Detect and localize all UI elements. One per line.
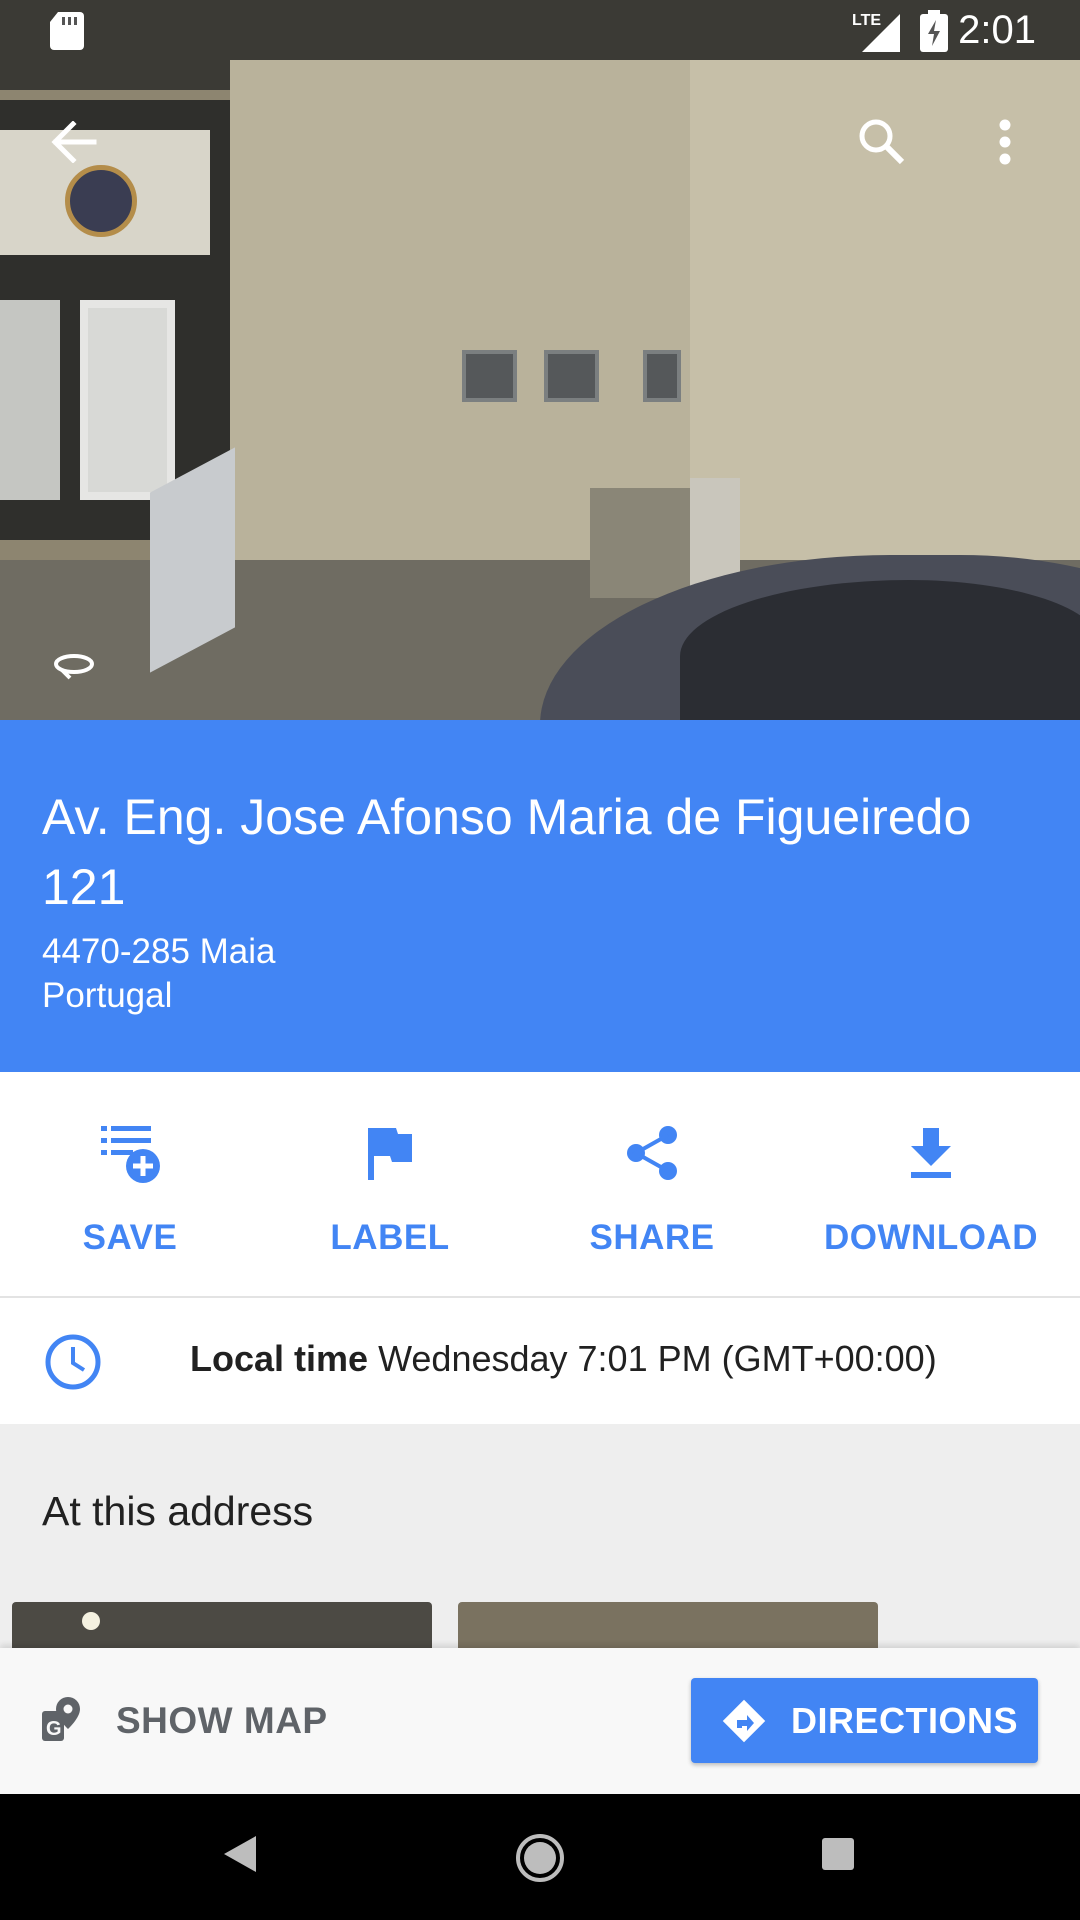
nav-home-icon[interactable] [514,1832,566,1884]
save-label: SAVE [82,1218,178,1257]
photo-window [462,350,517,402]
label-button[interactable]: LABEL [300,1072,480,1296]
download-button[interactable]: DOWNLOAD [820,1072,1042,1296]
svg-text:G: G [46,1718,62,1740]
clock-icon [44,1333,102,1396]
signal-icon [862,14,900,52]
more-vert-icon[interactable] [990,112,1020,172]
playlist-add-icon [99,1118,161,1188]
directions-icon [721,1698,767,1744]
photo-door-left [0,300,60,500]
label-label: LABEL [330,1218,450,1257]
photo-window [643,350,681,402]
share-button[interactable]: SHARE [562,1072,742,1296]
place-header: Av. Eng. Jose Afonso Maria de Figueiredo… [0,720,1080,1072]
sd-card-icon [50,12,84,50]
map-icon: G [40,1695,84,1748]
status-time: 2:01 [958,8,1036,52]
360-view-icon[interactable] [52,650,96,680]
save-button[interactable]: SAVE [40,1072,220,1296]
local-time-value: Wednesday 7:01 PM (GMT+00:00) [378,1338,937,1379]
battery-charging-icon [920,10,948,52]
directions-button[interactable]: DIRECTIONS [691,1678,1038,1763]
place-subtitle: 4470-285 Maia Portugal [42,930,276,1018]
directions-label: DIRECTIONS [791,1699,1019,1741]
local-time-row: Local time Wednesday 7:01 PM (GMT+00:00) [0,1298,1080,1424]
search-icon[interactable] [852,112,912,172]
status-bar: LTE 2:01 [0,0,1080,62]
arrow-back-icon[interactable] [44,112,104,172]
place-title: Av. Eng. Jose Afonso Maria de Figueiredo… [42,789,972,915]
place-postal-city: 4470-285 Maia [42,932,276,971]
photo-utility-box [690,478,740,588]
photo-window [544,350,599,402]
local-time-text: Local time Wednesday 7:01 PM (GMT+00:00) [190,1338,937,1380]
action-bar: SAVE LABEL SHARE DOWNLOAD [0,1072,1080,1298]
share-label: SHARE [589,1218,715,1257]
system-navigation-bar [0,1794,1080,1920]
download-icon [909,1118,953,1188]
section-heading: At this address [42,1488,314,1534]
photo-lamp [82,1612,100,1630]
share-icon [626,1118,678,1188]
show-map-label: SHOW MAP [116,1700,328,1741]
place-country: Portugal [42,976,173,1015]
show-map-button[interactable]: G SHOW MAP [40,1688,328,1754]
photo-shop-logo [65,165,137,237]
flag-icon [366,1118,414,1188]
nav-back-icon[interactable] [222,1834,258,1874]
at-this-address-section: At this address [0,1424,1080,1662]
local-time-label: Local time [190,1338,369,1379]
photo-utility-box [590,488,690,598]
bottom-action-bar: G SHOW MAP DIRECTIONS [0,1648,1080,1794]
download-label: DOWNLOAD [824,1218,1038,1257]
nav-recents-icon[interactable] [820,1836,856,1872]
place-photo[interactable]: LTE 2:01 [0,0,1080,720]
photo-door [80,300,175,500]
